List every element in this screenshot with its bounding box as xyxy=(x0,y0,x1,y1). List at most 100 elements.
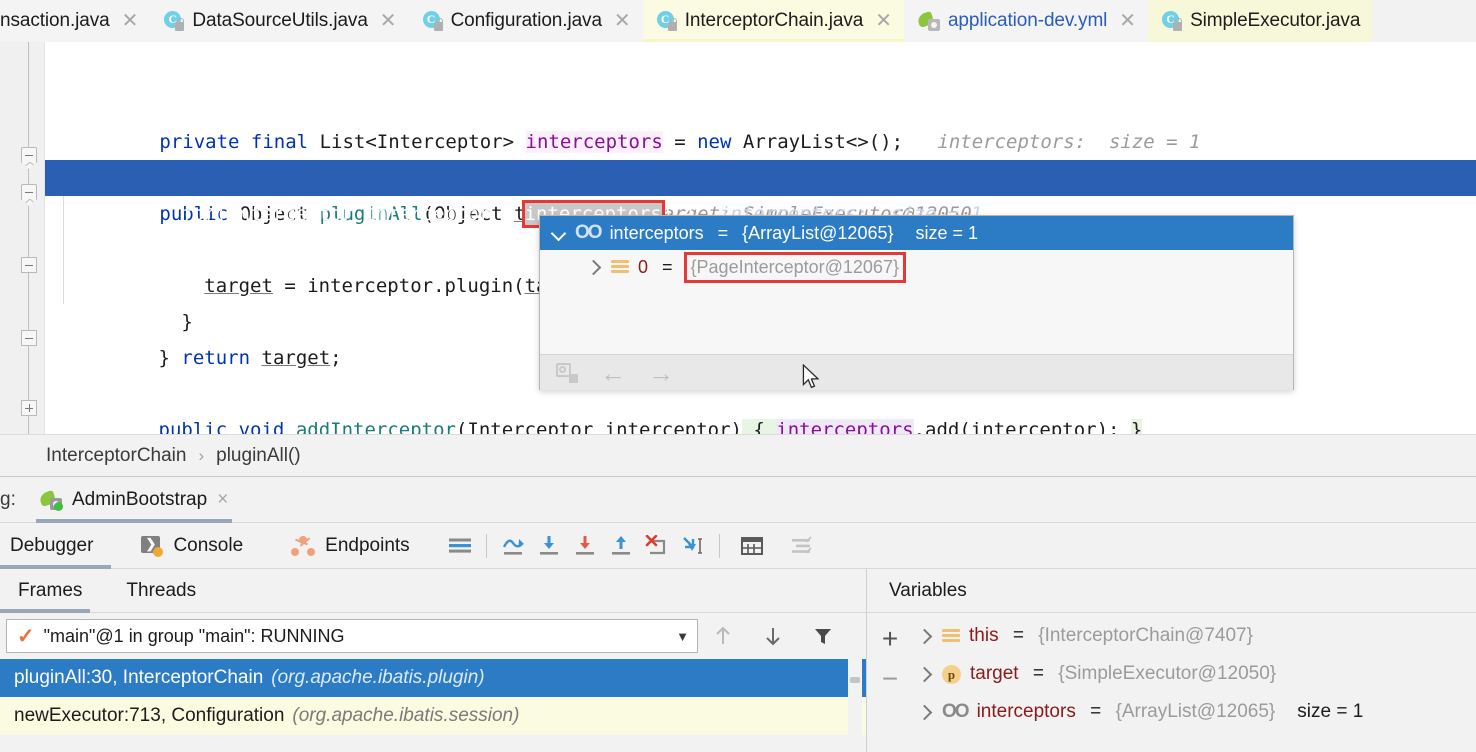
tab-frames[interactable]: Frames xyxy=(0,569,100,613)
editor-gutter[interactable] xyxy=(0,42,44,434)
tab-label: SimpleExecutor.java xyxy=(1190,10,1360,32)
code-editor[interactable]: private final List<Interceptor> intercep… xyxy=(0,42,1476,434)
equals-sign: = xyxy=(1085,701,1107,723)
popup-var-value: {ArrayList@12065} xyxy=(742,223,893,244)
close-icon[interactable]: × xyxy=(217,489,228,511)
breadcrumb-method[interactable]: pluginAll() xyxy=(216,445,300,467)
close-icon[interactable]: ✕ xyxy=(614,11,631,31)
frame-package: (org.apache.ibatis.plugin) xyxy=(271,667,484,689)
spring-yaml-icon xyxy=(918,11,940,31)
step-over-icon[interactable] xyxy=(495,523,531,569)
remove-watch-icon[interactable]: − xyxy=(867,659,913,699)
tab-debugger[interactable]: Debugger xyxy=(0,523,111,569)
code-line-for-loop-current-execution: for(Interceptor interceptor : intercepto… xyxy=(45,160,1476,196)
list-icon xyxy=(942,628,960,644)
popup-child-eq: = xyxy=(657,257,678,278)
drop-frame-icon[interactable] xyxy=(639,523,675,569)
run-to-cursor-icon[interactable] xyxy=(675,523,711,569)
editor-tab-transaction[interactable]: nsaction.java ✕ xyxy=(0,0,150,42)
frames-scrollbar[interactable] xyxy=(848,659,862,752)
move-down-icon[interactable] xyxy=(748,613,798,659)
chevron-right-icon[interactable] xyxy=(917,628,933,644)
popup-child-row[interactable]: 0 = {PageInterceptor@12067} xyxy=(540,250,1293,284)
fold-marker-method-end[interactable] xyxy=(21,330,37,346)
keyword-return: return xyxy=(181,347,250,369)
breadcrumb-class[interactable]: InterceptorChain xyxy=(46,445,186,467)
frames-panel: Frames Threads ✓ "main"@1 in group "main… xyxy=(0,569,866,752)
close-icon[interactable]: ✕ xyxy=(380,11,397,31)
show-execution-point-icon[interactable] xyxy=(442,523,478,569)
fold-marker-method-pluginall[interactable] xyxy=(21,147,37,163)
tab-label: InterceptorChain.java xyxy=(685,10,864,32)
frame-row-selected[interactable]: pluginAll:30, InterceptorChain (org.apac… xyxy=(0,659,866,697)
return-var-target: target xyxy=(262,347,331,369)
settings-icon[interactable] xyxy=(784,523,820,569)
add-watch-icon[interactable]: + xyxy=(867,619,913,659)
move-up-icon[interactable] xyxy=(698,613,748,659)
collection-icon: OO xyxy=(575,222,601,244)
tab-label: Frames xyxy=(18,580,82,602)
frame-row[interactable]: newExecutor:713, Configuration (org.apac… xyxy=(0,697,866,735)
fold-marker-addinterceptor[interactable] xyxy=(21,400,37,416)
tab-threads[interactable]: Threads xyxy=(100,569,214,613)
popup-root-row[interactable]: OO interceptors = {ArrayList@12065} size… xyxy=(540,216,1293,250)
popup-var-size: size = 1 xyxy=(916,223,979,244)
chevron-right-icon: › xyxy=(198,446,204,466)
editor-tab-interceptorchain[interactable]: C InterceptorChain.java ✕ xyxy=(643,0,904,42)
filter-icon[interactable] xyxy=(798,613,848,659)
tab-label: nsaction.java xyxy=(0,10,110,32)
fold-marker-for-end[interactable] xyxy=(21,257,37,273)
variable-row-target[interactable]: p target = {SimpleExecutor@12050} xyxy=(913,655,1476,693)
frames-list[interactable]: pluginAll:30, InterceptorChain (org.apac… xyxy=(0,659,866,752)
java-class-icon: C xyxy=(423,11,443,31)
run-config-tab-adminbootstrap[interactable]: AdminBootstrap × xyxy=(26,477,242,523)
tab-label: Console xyxy=(173,535,243,557)
chevron-right-icon[interactable] xyxy=(917,704,933,720)
tab-label: Configuration.java xyxy=(451,10,602,32)
variable-row-this[interactable]: this = {InterceptorChain@7407} xyxy=(913,617,1476,655)
debug-tab-bar: Debugger ❯ Console Endpoints xyxy=(0,523,1476,569)
tab-console[interactable]: ❯ Console xyxy=(111,523,261,569)
popup-var-name: interceptors xyxy=(610,223,704,244)
evaluate-expression-icon[interactable] xyxy=(734,523,770,569)
mouse-cursor xyxy=(802,364,820,390)
editor-tab-configuration[interactable]: C Configuration.java ✕ xyxy=(409,0,643,42)
equals-sign: = xyxy=(1008,625,1030,647)
chevron-down-icon[interactable] xyxy=(552,226,566,240)
tab-label: application-dev.yml xyxy=(948,10,1107,32)
force-step-into-icon[interactable] xyxy=(567,523,603,569)
chevron-down-icon[interactable]: ▼ xyxy=(676,629,689,644)
chevron-right-icon[interactable] xyxy=(586,259,602,275)
copy-value-icon[interactable] xyxy=(556,363,578,383)
close-icon[interactable]: ✕ xyxy=(1119,11,1136,31)
breadcrumb[interactable]: InterceptorChain › pluginAll() xyxy=(0,434,1476,476)
indent-guide xyxy=(63,232,64,268)
thread-selector[interactable]: ✓ "main"@1 in group "main": RUNNING ▼ xyxy=(6,619,698,653)
editor-tab-application-dev-yml[interactable]: application-dev.yml ✕ xyxy=(904,0,1148,42)
variable-name: target xyxy=(970,663,1019,685)
debug-value-popup[interactable]: OO interceptors = {ArrayList@12065} size… xyxy=(539,215,1294,390)
chevron-right-icon[interactable] xyxy=(917,666,933,682)
step-out-icon[interactable] xyxy=(603,523,639,569)
back-arrow-icon[interactable]: ← xyxy=(600,360,626,386)
variables-title: Variables xyxy=(867,569,1476,613)
collection-icon: OO xyxy=(942,701,968,723)
popup-child-value[interactable]: {PageInterceptor@12067} xyxy=(687,255,903,280)
spring-boot-icon xyxy=(40,490,62,510)
forward-arrow-icon[interactable]: → xyxy=(648,360,674,386)
editor-tab-simpleexecutor[interactable]: C SimpleExecutor.java xyxy=(1148,0,1372,42)
fold-marker-for-loop[interactable] xyxy=(21,184,37,200)
variable-row-interceptors[interactable]: OO interceptors = {ArrayList@12065} size… xyxy=(913,693,1476,731)
frame-package: (org.apache.ibatis.session) xyxy=(292,705,519,727)
parameter-icon: p xyxy=(942,665,961,684)
gutter-vertical-line xyxy=(28,42,29,434)
variables-list[interactable]: this = {InterceptorChain@7407} p target … xyxy=(913,613,1476,752)
editor-tab-datasourceutils[interactable]: C DataSourceUtils.java ✕ xyxy=(150,0,408,42)
run-label: g: xyxy=(0,489,26,511)
close-icon[interactable]: ✕ xyxy=(122,11,139,31)
step-into-icon[interactable] xyxy=(531,523,567,569)
variable-value: {ArrayList@12065} xyxy=(1116,701,1276,723)
tab-endpoints[interactable]: Endpoints xyxy=(261,523,428,569)
close-icon[interactable]: ✕ xyxy=(875,11,892,31)
scrollbar-thumb[interactable] xyxy=(850,677,860,683)
